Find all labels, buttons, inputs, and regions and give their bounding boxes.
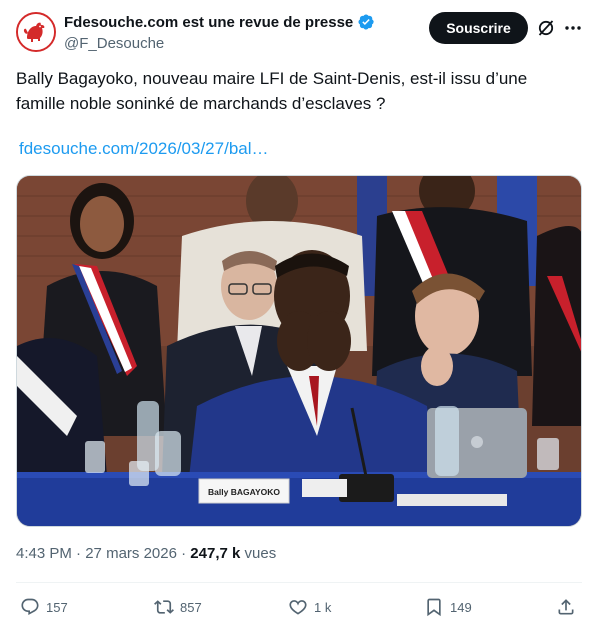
avatar[interactable] [16, 12, 56, 52]
author-names: Fdesouche.com est une revue de presse @F… [64, 12, 375, 54]
rooster-icon [18, 14, 54, 50]
views-count: 247,7 k [190, 545, 241, 562]
share-button[interactable] [556, 596, 576, 618]
heart-icon [289, 600, 307, 615]
reply-icon [21, 598, 39, 616]
tweet-photo[interactable]: Bally BAGAYOKO [16, 175, 582, 527]
tweet-date[interactable]: 27 mars 2026 [85, 545, 177, 562]
subscribe-button[interactable]: Souscrire [429, 12, 528, 44]
tweet-text: Bally Bagayoko, nouveau maire LFI de Sai… [16, 69, 528, 113]
reply-count: 157 [46, 599, 68, 615]
tweet: Fdesouche.com est une revue de presse @F… [0, 0, 598, 627]
repost-button[interactable]: 857 [154, 596, 202, 618]
reply-button[interactable]: 157 [20, 596, 68, 618]
meta-separator: · [71, 545, 86, 562]
share-icon [558, 599, 574, 615]
tweet-time[interactable]: 4:43 PM [16, 545, 72, 562]
display-name-row: Fdesouche.com est une revue de presse [64, 12, 375, 32]
divider [16, 582, 582, 583]
views-label: vues [244, 545, 277, 562]
grok-icon[interactable] [536, 18, 556, 38]
verified-badge-icon[interactable] [357, 13, 375, 31]
more-icon[interactable] [563, 18, 583, 38]
photo-illustration: Bally BAGAYOKO [17, 176, 581, 526]
bookmark-icon [427, 598, 441, 617]
tweet-meta: 4:43 PM · 27 mars 2026 · 247,7 k vues [16, 545, 276, 562]
repost-icon [154, 600, 174, 614]
like-count: 1 k [314, 599, 332, 615]
handle[interactable]: @F_Desouche [64, 34, 375, 54]
name-placard: Bally BAGAYOKO [208, 487, 280, 497]
bookmark-count: 149 [450, 599, 472, 615]
article-link[interactable]: fdesouche.com/2026/03/27/bal… [19, 139, 269, 159]
meta-separator-2: · [176, 545, 191, 562]
display-name[interactable]: Fdesouche.com est une revue de presse [64, 14, 353, 31]
bookmark-button[interactable]: 149 [424, 596, 472, 618]
repost-count: 857 [180, 599, 202, 615]
like-button[interactable]: 1 k [288, 596, 331, 618]
